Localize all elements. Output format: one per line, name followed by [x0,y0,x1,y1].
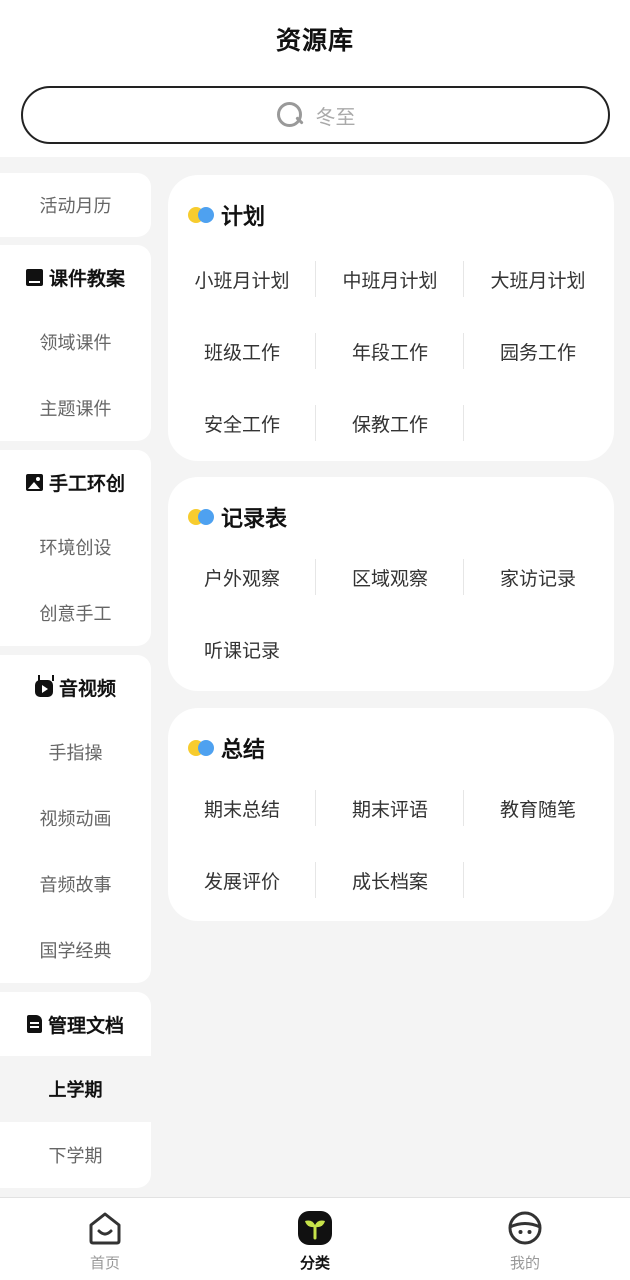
sidebar-group-media: 音视频 手指操 视频动画 音频故事 国学经典 [0,655,151,983]
book-icon [25,268,43,286]
grid-item[interactable]: 教育随笔 [464,772,612,844]
sidebar-group-courseware: 课件教案 领域课件 主题课件 [0,245,151,441]
dots-icon [188,509,215,525]
card-title: 总结 [221,738,266,763]
category-icon [295,1208,335,1248]
grid-item[interactable]: 期末评语 [316,772,464,844]
grid-item[interactable]: 期末总结 [168,772,316,844]
sidebar-group-header[interactable]: 管理文档 [0,992,151,1056]
grid-item[interactable]: 园务工作 [464,315,612,387]
grid-item[interactable]: 安全工作 [168,387,316,459]
card-header: 总结 [188,732,265,764]
card-header: 记录表 [188,501,287,533]
sidebar-item[interactable]: 创意手工 [0,580,151,646]
sidebar-group-title: 音视频 [58,677,116,700]
sidebar-item[interactable]: 主题课件 [0,375,151,441]
card-grid: 期末总结 期末评语 教育随笔 发展评价 成长档案 [168,772,614,916]
dots-icon [188,740,215,756]
sidebar-item[interactable]: 领域课件 [0,309,151,375]
page-header: 资源库 [0,0,630,78]
sidebar-group-management-docs: 管理文档 上学期 下学期 [0,992,151,1188]
tab-label: 分类 [299,1254,330,1272]
grid-item[interactable]: 班级工作 [168,315,316,387]
card-records: 记录表 户外观察 区域观察 家访记录 听课记录 [168,477,614,691]
grid-item[interactable]: 听课记录 [168,613,316,685]
grid-item[interactable]: 发展评价 [168,844,316,916]
sidebar-group-calendar: 活动月历 [0,173,151,237]
card-header: 计划 [188,199,265,231]
sidebar-item-activity-calendar[interactable]: 活动月历 [0,173,151,237]
card-grid: 户外观察 区域观察 家访记录 听课记录 [168,541,614,685]
card-title: 记录表 [221,507,288,532]
sidebar-item[interactable]: 环境创设 [0,514,151,580]
sidebar-group-header[interactable]: 课件教案 [0,245,151,309]
tab-home[interactable]: 首页 [0,1198,210,1280]
profile-icon [505,1208,545,1248]
image-icon [25,473,43,491]
sidebar-group-header[interactable]: 手工环创 [0,450,151,514]
grid-item[interactable]: 成长档案 [316,844,464,916]
sidebar-group-title: 手工环创 [48,472,125,495]
sidebar-item[interactable]: 手指操 [0,719,151,785]
grid-item-empty [464,844,612,916]
sidebar-item-active[interactable]: 上学期 [0,1056,151,1122]
home-icon [85,1208,125,1248]
sidebar-item[interactable]: 音频故事 [0,851,151,917]
sidebar-item[interactable]: 国学经典 [0,917,151,983]
sidebar-group-crafts: 手工环创 环境创设 创意手工 [0,450,151,646]
grid-item[interactable]: 户外观察 [168,541,316,613]
tv-icon [34,679,53,697]
grid-item-empty [464,387,612,459]
tab-profile[interactable]: 我的 [420,1198,630,1280]
active-highlight: 上学期 [44,1076,103,1107]
sidebar-item[interactable]: 下学期 [0,1122,151,1188]
card-plan: 计划 小班月计划 中班月计划 大班月计划 班级工作 年段工作 园务工作 安全工作… [168,175,614,461]
grid-item[interactable]: 年段工作 [316,315,464,387]
tab-category[interactable]: 分类 [210,1198,420,1280]
bottom-tab-bar: 首页 分类 我的 [0,1197,630,1280]
card-grid: 小班月计划 中班月计划 大班月计划 班级工作 年段工作 园务工作 安全工作 保教… [168,243,614,459]
sidebar-group-header[interactable]: 音视频 [0,655,151,719]
sidebar-item[interactable]: 视频动画 [0,785,151,851]
grid-item[interactable]: 保教工作 [316,387,464,459]
sidebar-item-label: 上学期 [48,1080,103,1101]
tab-label: 我的 [509,1254,540,1272]
grid-item[interactable]: 家访记录 [464,541,612,613]
search-placeholder: 冬至 [315,104,356,129]
search-bar[interactable]: 冬至 [21,86,610,144]
grid-item[interactable]: 中班月计划 [316,243,464,315]
search-icon [276,101,304,129]
sidebar-group-title: 课件教案 [48,267,125,290]
tab-label: 首页 [89,1254,120,1272]
page-title: 资源库 [275,26,354,55]
document-icon [26,1015,42,1033]
sidebar-group-title: 管理文档 [47,1014,124,1037]
category-sidebar: 活动月历 课件教案 领域课件 主题课件 手工环创 环境创设 创意手工 音视频 手… [0,157,152,1197]
dots-icon [188,207,215,223]
grid-item[interactable]: 小班月计划 [168,243,316,315]
grid-item[interactable]: 大班月计划 [464,243,612,315]
grid-item[interactable]: 区域观察 [316,541,464,613]
card-title: 计划 [221,205,266,230]
content-area: 活动月历 课件教案 领域课件 主题课件 手工环创 环境创设 创意手工 音视频 手… [0,157,630,1197]
card-summary: 总结 期末总结 期末评语 教育随笔 发展评价 成长档案 [168,708,614,921]
